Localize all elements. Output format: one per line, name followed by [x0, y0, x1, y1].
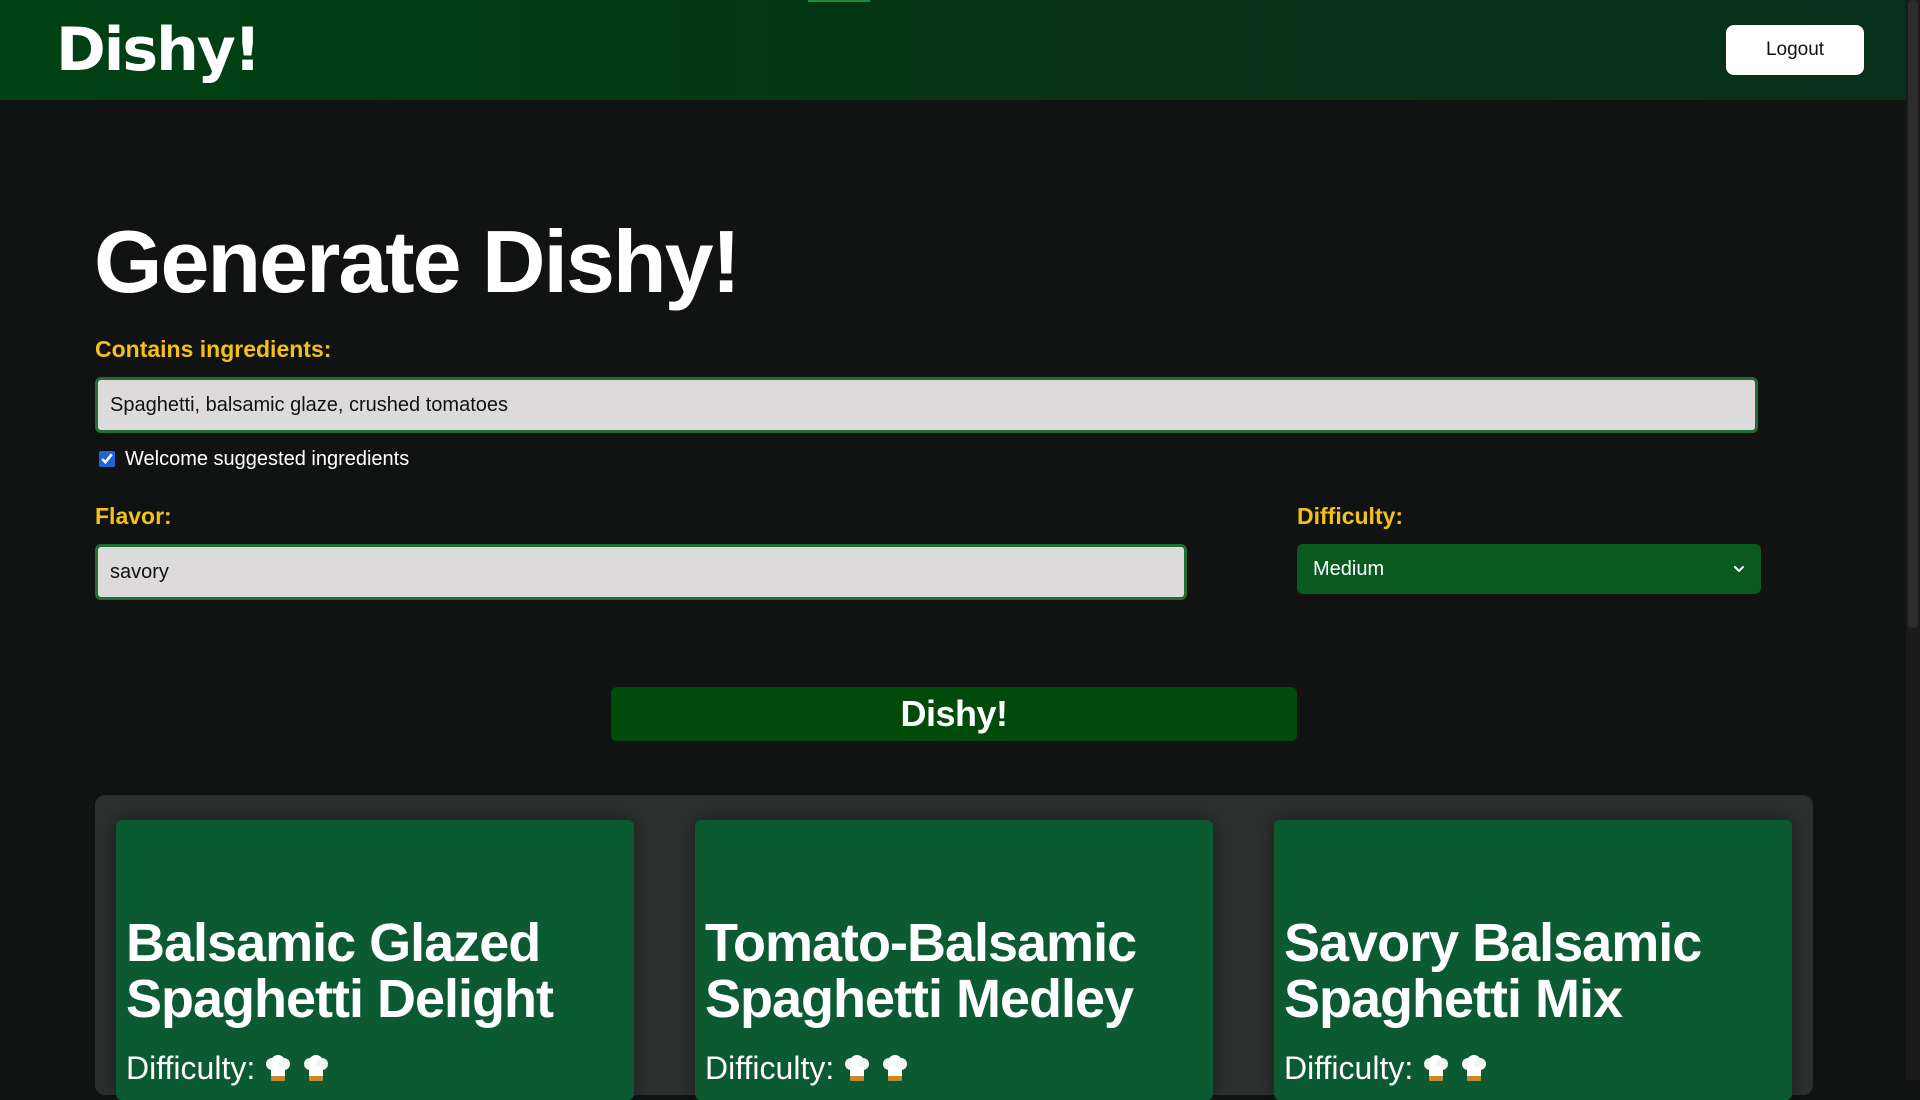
recipe-card-difficulty-label: Difficulty:	[1284, 1050, 1414, 1086]
suggested-ingredients-checkbox[interactable]	[99, 451, 115, 467]
recipe-card-difficulty: Difficulty:	[126, 1050, 331, 1087]
header-accent-bar	[808, 0, 870, 2]
suggested-ingredients-row[interactable]: Welcome suggested ingredients	[99, 446, 409, 472]
recipe-card-title: Savory Balsamic Spaghetti Mix	[1284, 913, 1702, 1029]
chef-hat-icon	[1424, 1054, 1449, 1081]
flavor-input[interactable]	[95, 544, 1187, 600]
recipe-card[interactable]: Balsamic Glazed Spaghetti Delight Diffic…	[116, 820, 634, 1100]
brand-logo[interactable]: Dishy!	[56, 8, 261, 92]
logout-button[interactable]: Logout	[1726, 25, 1864, 75]
chef-hat-icon	[883, 1054, 908, 1081]
difficulty-selected-value: Medium	[1313, 557, 1385, 580]
recipe-card-title: Tomato-Balsamic Spaghetti Medley	[705, 913, 1137, 1029]
recipe-card-difficulty: Difficulty:	[1284, 1050, 1489, 1087]
recipe-card[interactable]: Tomato-Balsamic Spaghetti Medley Difficu…	[695, 820, 1213, 1100]
generate-dishy-button[interactable]: Dishy!	[611, 687, 1297, 741]
recipe-card-title: Balsamic Glazed Spaghetti Delight	[126, 913, 554, 1029]
recipe-card-difficulty-label: Difficulty:	[705, 1050, 835, 1086]
flavor-label: Flavor:	[95, 503, 172, 529]
difficulty-select[interactable]: Medium	[1297, 544, 1761, 594]
chef-hat-icon	[304, 1054, 329, 1081]
suggested-ingredients-label[interactable]: Welcome suggested ingredients	[125, 448, 409, 471]
ingredients-input[interactable]	[95, 377, 1758, 433]
chevron-down-icon	[1734, 566, 1744, 572]
recipe-card-difficulty: Difficulty:	[705, 1050, 910, 1087]
ingredients-label: Contains ingredients:	[95, 336, 332, 362]
recipe-card-difficulty-label: Difficulty:	[126, 1050, 256, 1086]
chef-hat-icon	[1462, 1054, 1487, 1081]
recipe-card[interactable]: Savory Balsamic Spaghetti Mix Difficulty…	[1274, 820, 1792, 1100]
chef-hat-icon	[845, 1054, 870, 1081]
difficulty-label: Difficulty:	[1297, 503, 1404, 529]
page-title: Generate Dishy!	[94, 212, 741, 311]
page-scrollbar-thumb[interactable]	[1908, 0, 1918, 628]
top-header: Dishy! Logout	[0, 0, 1906, 100]
chef-hat-icon	[266, 1054, 291, 1081]
